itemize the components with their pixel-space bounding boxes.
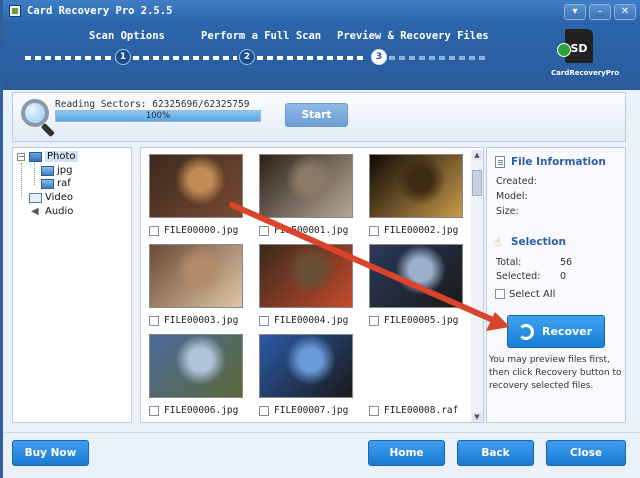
image-file-icon — [41, 166, 54, 176]
total-value: 56 — [560, 257, 573, 268]
tree-connector — [34, 163, 35, 185]
select-all-label[interactable]: Select All — [509, 289, 555, 300]
file-thumbnail[interactable] — [149, 154, 243, 218]
speaker-icon: ◀ — [31, 206, 39, 217]
file-name: FILE00003.jpg — [164, 315, 239, 326]
scroll-up-icon[interactable]: ▲ — [472, 150, 482, 160]
wizard-steps: Scan Options Perform a Full Scan Preview… — [3, 24, 640, 90]
file-checkbox[interactable] — [369, 406, 379, 416]
file-checkbox[interactable] — [259, 226, 269, 236]
model-label: Model: — [496, 191, 528, 202]
file-name: FILE00004.jpg — [274, 315, 349, 326]
select-all-checkbox[interactable] — [495, 289, 505, 299]
step-2-label: Perform a Full Scan — [201, 30, 322, 42]
file-checkbox[interactable] — [369, 226, 379, 236]
title-bar: Card Recovery Pro 2.5.5 ▾ – ✕ — [3, 0, 640, 24]
recovery-hint: You may preview files first, then click … — [489, 355, 622, 391]
window-menu-button[interactable]: ▾ — [564, 4, 586, 20]
step-track-segment — [25, 56, 123, 60]
step-track-segment — [133, 56, 237, 60]
file-thumbnail[interactable] — [259, 244, 353, 308]
thumbnail-gallery: FILE00000.jpg FILE00001.jpg FILE00002.jpg F… — [140, 147, 484, 423]
file-thumbnail[interactable] — [149, 334, 243, 398]
file-thumbnail[interactable] — [369, 154, 463, 218]
file-name: FILE00001.jpg — [274, 225, 349, 236]
total-label: Total: — [496, 257, 522, 268]
scan-status-panel: Reading Sectors: 62325696/62325759 100% … — [12, 92, 626, 142]
magnifier-icon — [21, 99, 59, 138]
file-name: FILE00008.raf — [384, 405, 459, 416]
app-icon — [9, 5, 21, 17]
size-label: Size: — [496, 206, 519, 217]
scan-progress-bar: 100% — [55, 110, 261, 122]
close-window-button[interactable]: ✕ — [614, 4, 636, 20]
file-checkbox[interactable] — [149, 226, 159, 236]
tree-item-label: Video — [45, 192, 74, 203]
tree-item-label: raf — [57, 178, 71, 189]
file-thumbnail[interactable] — [149, 244, 243, 308]
image-file-icon — [41, 179, 54, 189]
scroll-down-icon[interactable]: ▼ — [472, 412, 482, 422]
file-thumbnail[interactable] — [259, 154, 353, 218]
minimize-button[interactable]: – — [589, 4, 611, 20]
scrollbar-thumb[interactable] — [472, 170, 482, 196]
file-type-tree: − Photo jpg raf Video ◀ Audio — [12, 147, 132, 423]
app-window: Card Recovery Pro 2.5.5 ▾ – ✕ Scan Optio… — [0, 0, 640, 478]
step-track-segment — [389, 56, 489, 60]
file-name: FILE00005.jpg — [384, 315, 459, 326]
reading-sectors-text: Reading Sectors: 62325696/62325759 — [55, 99, 250, 110]
card-recovery-logo: SD CardRecoveryPro — [551, 29, 620, 85]
info-panel: File Information Created: Model: Size: ☝… — [486, 147, 626, 423]
document-icon — [495, 156, 505, 168]
buy-now-button[interactable]: Buy Now — [12, 440, 89, 466]
recover-arrow-icon — [557, 43, 571, 57]
file-name: FILE00006.jpg — [164, 405, 239, 416]
folder-image-icon — [29, 152, 42, 162]
recover-button[interactable]: Recover — [507, 315, 605, 348]
selected-value: 0 — [560, 271, 567, 282]
tree-connector — [21, 163, 22, 197]
start-button[interactable]: Start — [285, 103, 348, 127]
file-checkbox[interactable] — [259, 316, 269, 326]
home-button[interactable]: Home — [368, 440, 445, 466]
gallery-scrollbar[interactable]: ▲ ▼ — [471, 150, 483, 422]
file-thumbnail[interactable] — [259, 334, 353, 398]
created-label: Created: — [496, 176, 537, 187]
file-checkbox[interactable] — [149, 406, 159, 416]
step-3-node: 3 — [371, 49, 387, 65]
footer-bar: Buy Now Home Back Close — [3, 432, 640, 478]
file-name: FILE00007.jpg — [274, 405, 349, 416]
progress-label: 100% — [145, 111, 171, 121]
selection-title: Selection — [511, 236, 566, 248]
file-name: FILE00000.jpg — [164, 225, 239, 236]
step-track-segment — [257, 56, 367, 60]
logo-caption: CardRecoveryPro — [551, 69, 620, 77]
selected-label: Selected: — [496, 271, 541, 282]
recover-button-label: Recover — [542, 325, 593, 338]
step-2-node: 2 — [239, 49, 255, 65]
close-button[interactable]: Close — [546, 440, 626, 466]
file-name: FILE00002.jpg — [384, 225, 459, 236]
hand-pointer-icon: ☝ — [494, 235, 502, 249]
step-1-node: 1 — [115, 49, 131, 65]
file-checkbox[interactable] — [149, 316, 159, 326]
tree-collapse-icon[interactable]: − — [17, 153, 25, 161]
file-thumbnail[interactable] — [369, 244, 463, 308]
file-checkbox[interactable] — [369, 316, 379, 326]
tree-item-label: jpg — [57, 165, 73, 176]
refresh-icon — [518, 324, 534, 340]
tree-item-label: Audio — [45, 206, 74, 217]
video-icon — [29, 193, 42, 203]
window-title: Card Recovery Pro 2.5.5 — [27, 5, 173, 17]
back-button[interactable]: Back — [457, 440, 534, 466]
file-checkbox[interactable] — [259, 406, 269, 416]
step-1-label: Scan Options — [89, 30, 165, 42]
step-3-label: Preview & Recovery Files — [337, 30, 489, 42]
file-info-title: File Information — [511, 156, 606, 168]
tree-item-label: Photo — [45, 151, 78, 162]
